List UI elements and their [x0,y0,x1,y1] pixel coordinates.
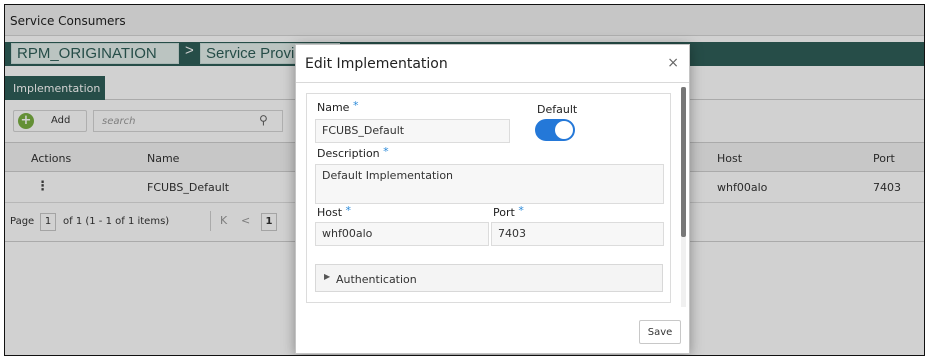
description-field[interactable]: Default Implementation [315,164,664,204]
description-label: Description * [317,145,389,160]
required-mark: * [383,145,389,158]
app-window: Service Consumers RPM_ORIGINATION > Serv… [4,4,925,356]
toggle-knob [555,121,573,139]
port-field[interactable]: 7403 [491,222,664,246]
host-label: Host * [317,204,352,219]
authentication-label: Authentication [336,273,417,286]
close-icon[interactable]: × [667,55,679,71]
default-toggle[interactable] [535,119,575,141]
dialog-form: Name * FCUBS_Default Default Description… [306,93,671,303]
scrollbar-thumb[interactable] [681,87,686,237]
save-button[interactable]: Save [639,320,681,344]
authentication-section[interactable]: ▶ Authentication [315,264,663,292]
dialog-title: Edit Implementation [305,56,448,72]
required-mark: * [518,204,524,217]
dialog-scrollbar[interactable] [681,87,686,307]
port-label: Port * [493,204,524,219]
host-field[interactable]: whf00alo [315,222,489,246]
required-mark: * [345,204,352,217]
required-mark: * [352,99,359,112]
default-label: Default [537,103,578,116]
name-label: Name * [317,99,359,114]
dialog-header: Edit Implementation × [296,45,689,83]
caret-right-icon: ▶ [324,272,331,281]
edit-implementation-dialog: Edit Implementation × Name * FCUBS_Defau… [295,44,690,354]
name-field[interactable]: FCUBS_Default [315,119,510,143]
